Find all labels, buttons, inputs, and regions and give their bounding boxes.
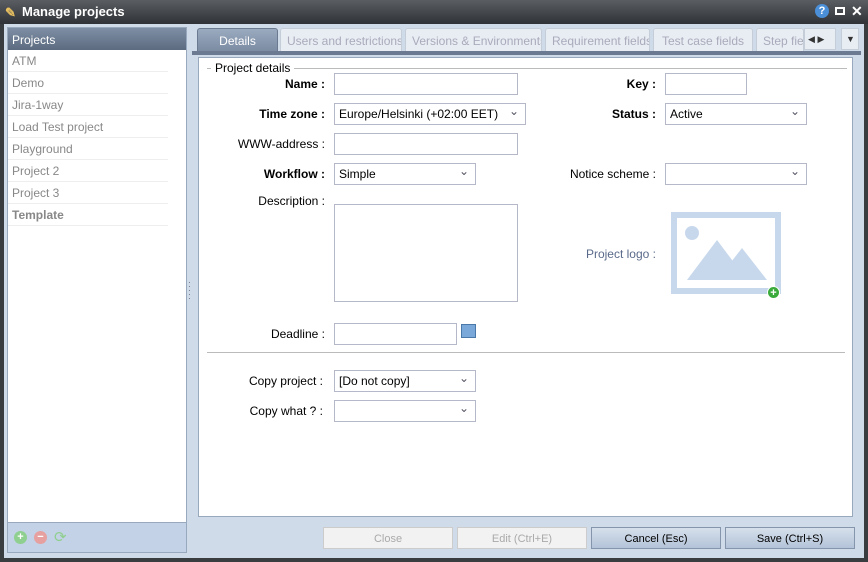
workflow-value: Simple bbox=[339, 167, 376, 181]
description-input[interactable] bbox=[334, 204, 518, 302]
details-panel: Project details Name : Key : Time zone : Eu… bbox=[198, 57, 853, 517]
description-label: Description : bbox=[258, 194, 325, 208]
project-list-item[interactable]: Project 2 bbox=[8, 160, 168, 182]
tab-users-and-restrictions[interactable]: Users and restrictions bbox=[280, 28, 402, 51]
project-list-item[interactable]: Project 3 bbox=[8, 182, 168, 204]
copy_what-select[interactable] bbox=[334, 400, 476, 422]
details-area: Details Users and restrictions Versions & … bbox=[192, 27, 861, 553]
tab-strip-line bbox=[192, 51, 861, 55]
notice-select[interactable] bbox=[665, 163, 807, 185]
title-bar: ✎ Manage projects ? ✕ bbox=[0, 0, 868, 24]
deadline-label: Deadline : bbox=[270, 327, 325, 341]
tab-step-fie[interactable]: Step fie bbox=[756, 28, 804, 51]
calendar-icon[interactable] bbox=[461, 324, 476, 338]
edit-button[interactable]: Edit (Ctrl+E) bbox=[457, 527, 587, 549]
project-list-item[interactable]: Demo bbox=[8, 72, 168, 94]
project-list-toolbar: + − ⟳ bbox=[8, 522, 186, 552]
tab-menu-icon[interactable]: ▼ bbox=[841, 28, 859, 50]
copy_project-label: Copy project : bbox=[248, 374, 323, 388]
add-project-icon[interactable]: + bbox=[14, 531, 27, 544]
add-logo-icon[interactable]: + bbox=[767, 286, 780, 299]
workflow-label: Workflow : bbox=[263, 167, 325, 181]
tab-versions-environments[interactable]: Versions & Environments bbox=[405, 28, 542, 51]
tab-details[interactable]: Details bbox=[197, 28, 278, 51]
workflow-select[interactable]: Simple bbox=[334, 163, 476, 185]
splitter-handle[interactable]: · · · · · bbox=[188, 278, 191, 303]
timezone-label: Time zone : bbox=[259, 107, 325, 121]
timezone-value: Europe/Helsinki (+02:00 EET) bbox=[339, 107, 499, 121]
window-title: Manage projects bbox=[22, 4, 125, 19]
tab-scroll-buttons[interactable]: ◀ ▶ bbox=[804, 28, 836, 50]
key-input[interactable] bbox=[665, 73, 747, 95]
name-label: Name : bbox=[284, 77, 325, 91]
project-list-item[interactable]: Jira-1way bbox=[8, 94, 168, 116]
copy_what-label: Copy what ? : bbox=[249, 404, 323, 418]
maximize-icon[interactable] bbox=[835, 7, 845, 15]
scroll-right-icon[interactable]: ▶ bbox=[817, 34, 824, 44]
project-list-header: Projects bbox=[8, 28, 186, 50]
image-placeholder-icon bbox=[685, 226, 699, 240]
project-list-item[interactable]: Playground bbox=[8, 138, 168, 160]
scroll-left-icon[interactable]: ◀ bbox=[808, 34, 815, 44]
logo-label: Project logo : bbox=[585, 247, 656, 261]
cancel-button[interactable]: Cancel (Esc) bbox=[591, 527, 721, 549]
edit-pencil-icon: ✎ bbox=[5, 5, 16, 20]
close-icon[interactable]: ✕ bbox=[851, 3, 863, 20]
project-list-item[interactable]: ATM bbox=[8, 50, 168, 72]
status-value: Active bbox=[670, 107, 703, 121]
www-label: WWW-address : bbox=[237, 137, 325, 151]
www-input[interactable] bbox=[334, 133, 518, 155]
remove-project-icon[interactable]: − bbox=[34, 531, 47, 544]
project-logo-image[interactable] bbox=[671, 212, 781, 294]
status-select[interactable]: Active bbox=[665, 103, 807, 125]
status-label: Status : bbox=[611, 107, 656, 121]
project-list-panel: Projects ATM Demo Jira-1way Load Test proje… bbox=[7, 27, 187, 553]
close-button[interactable]: Close bbox=[323, 527, 453, 549]
name-input[interactable] bbox=[334, 73, 518, 95]
save-button[interactable]: Save (Ctrl+S) bbox=[725, 527, 855, 549]
fieldset-legend: Project details bbox=[215, 61, 291, 75]
refresh-icon[interactable]: ⟳ bbox=[54, 528, 67, 546]
key-label: Key : bbox=[626, 77, 656, 91]
copy_project-value: [Do not copy] bbox=[339, 374, 410, 388]
project-list-item[interactable]: Template bbox=[8, 204, 168, 226]
tab-test-case-fields[interactable]: Test case fields bbox=[653, 28, 753, 51]
notice-label: Notice scheme : bbox=[569, 167, 656, 181]
deadline-input[interactable] bbox=[334, 323, 457, 345]
help-icon[interactable]: ? bbox=[815, 4, 829, 18]
tab-requirement-fields[interactable]: Requirement fields bbox=[545, 28, 650, 51]
copy_project-select[interactable]: [Do not copy] bbox=[334, 370, 476, 392]
project-list-item[interactable]: Load Test project bbox=[8, 116, 168, 138]
timezone-select[interactable]: Europe/Helsinki (+02:00 EET) bbox=[334, 103, 526, 125]
divider bbox=[207, 352, 845, 353]
